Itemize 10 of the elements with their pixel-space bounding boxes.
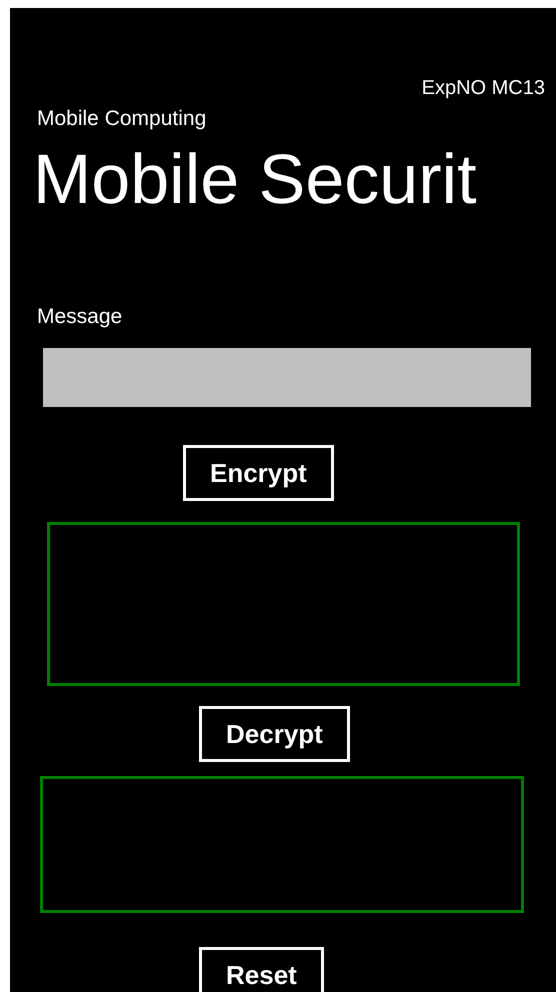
app-name: Mobile Computing xyxy=(37,106,208,132)
experiment-label: ExpNO MC13 xyxy=(420,76,546,100)
reset-button[interactable]: Reset xyxy=(199,947,324,992)
page-title: Mobile Securit xyxy=(33,139,478,220)
encrypt-button[interactable]: Encrypt xyxy=(183,445,334,501)
field-label: Message xyxy=(37,304,124,330)
message-field[interactable] xyxy=(43,348,531,407)
decrypted-output-box[interactable] xyxy=(40,776,524,913)
encrypted-output-box[interactable] xyxy=(47,522,520,686)
decrypt-button[interactable]: Decrypt xyxy=(199,706,350,762)
